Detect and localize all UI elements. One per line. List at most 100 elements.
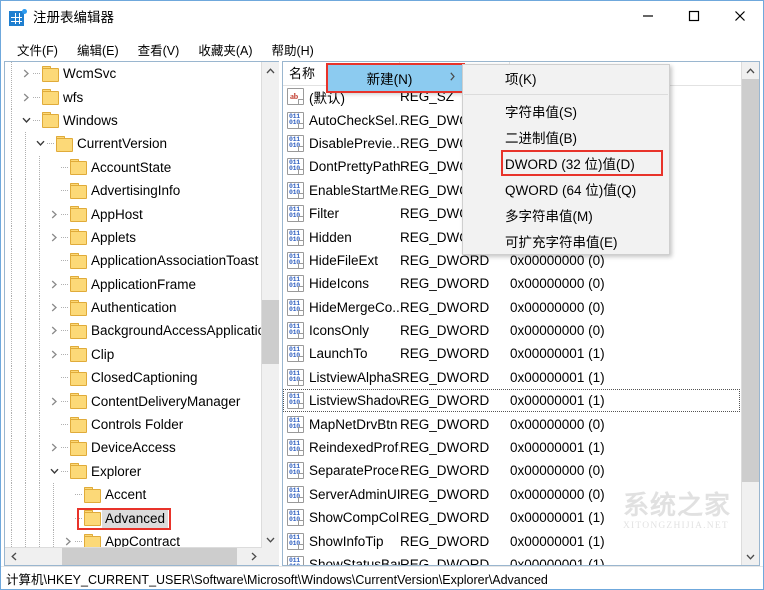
list-scroll-up-icon[interactable] — [742, 62, 759, 79]
tree-item-contentdeliverymanager[interactable]: ContentDeliveryManager — [5, 389, 261, 413]
tree-item-label: Advanced — [102, 508, 169, 528]
chevron-right-icon[interactable] — [47, 390, 61, 413]
value-row[interactable]: 011 010 ListviewShadow REG_DWORD 0x00000001 … — [283, 389, 742, 413]
minimize-icon[interactable] — [625, 1, 671, 31]
tree-item-accountstate[interactable]: AccountState — [5, 155, 261, 179]
value-name-cell: 011 010 DisablePrevie... — [283, 134, 400, 152]
value-row[interactable]: 011 010 ShowInfoTip REG_DWORD 0x00000001 (1) — [283, 529, 742, 552]
tree-guide — [19, 483, 33, 507]
folder-icon — [70, 182, 87, 199]
tree-item-applicationframe[interactable]: ApplicationFrame — [5, 272, 261, 296]
tree-item-authentication[interactable]: Authentication — [5, 296, 261, 320]
menu-favorites[interactable]: 收藏夹(A) — [189, 39, 262, 61]
tree-item-closedcaptioning[interactable]: ClosedCaptioning — [5, 366, 261, 390]
value-row[interactable]: 011010 SeparateProce...REG_DWORD 0x0000000… — [283, 459, 742, 482]
tree-item-accent[interactable]: Accent — [5, 483, 261, 507]
tree-item-label: Controls Folder — [91, 417, 184, 433]
tree-item-windows[interactable]: Windows — [5, 108, 261, 132]
scroll-up-icon[interactable] — [262, 62, 279, 79]
tree-item-advanced[interactable]: Advanced — [5, 506, 261, 530]
submenu-separator — [464, 94, 668, 95]
tree-item-label: Explorer — [91, 463, 142, 479]
value-name-cell: 011 010 ShowInfoTip — [283, 532, 400, 550]
tree-guide — [5, 459, 19, 483]
submenu-item-4[interactable]: QWORD (64 位)值(Q) — [463, 176, 669, 202]
tree-item-explorer[interactable]: Explorer — [5, 459, 261, 483]
chevron-right-icon[interactable] — [47, 226, 61, 249]
tree-hscrollbar-thumb[interactable] — [62, 548, 237, 565]
tree-item-label: AppHost — [91, 206, 143, 222]
list-vertical-scrollbar[interactable] — [741, 62, 759, 565]
tree-item-apphost[interactable]: AppHost — [5, 202, 261, 226]
value-row[interactable]: 011 010 HideIcons REG_DWORD 0x00000000 (0) — [283, 272, 742, 295]
tree-connector — [61, 273, 70, 296]
tree-item-controls-folder[interactable]: Controls Folder — [5, 413, 261, 437]
tree-item-applicationassociationtoast[interactable]: ApplicationAssociationToast — [5, 249, 261, 273]
value-name: MapNetDrvBtn — [309, 416, 398, 432]
submenu-item-5[interactable]: 多字符串值(M) — [463, 202, 669, 228]
tree-item-deviceaccess[interactable]: DeviceAccess — [5, 436, 261, 460]
tree-item-wfs[interactable]: wfs — [5, 85, 261, 109]
menu-help[interactable]: 帮助(H) — [262, 39, 323, 61]
scroll-right-icon[interactable] — [245, 548, 262, 565]
tree-item-applets[interactable]: Applets — [5, 225, 261, 249]
tree-item-clip[interactable]: Clip — [5, 342, 261, 366]
chevron-right-icon[interactable] — [47, 319, 61, 342]
scroll-left-icon[interactable] — [5, 548, 22, 565]
tree-item-wcmsvc[interactable]: WcmSvc — [5, 62, 261, 86]
maximize-icon[interactable] — [671, 1, 717, 31]
menu-edit[interactable]: 编辑(E) — [68, 39, 129, 61]
tree-horizontal-scrollbar[interactable] — [5, 547, 262, 565]
chevron-right-icon[interactable] — [47, 203, 61, 226]
submenu-item-1[interactable]: 字符串值(S) — [463, 98, 669, 124]
list-scrollbar-thumb[interactable] — [742, 79, 759, 482]
chevron-right-icon[interactable] — [47, 436, 61, 459]
value-row[interactable]: 011010 ShowStatusBarREG_DWORD 0x00000001 (… — [283, 553, 742, 565]
value-row[interactable]: 011 010 HideMergeCo... REG_DWORD 0x00000000 … — [283, 296, 742, 319]
tree-item-currentversion[interactable]: CurrentVersion — [5, 132, 261, 156]
chevron-right-icon[interactable] — [61, 530, 75, 547]
tree-scrollbar-thumb[interactable] — [262, 300, 279, 364]
tree-item-label: AdvertisingInfo — [91, 183, 181, 199]
folder-icon — [42, 89, 59, 106]
close-icon[interactable] — [717, 1, 763, 31]
chevron-down-icon[interactable] — [19, 109, 33, 132]
value-row[interactable]: 011 010 LaunchTo REG_DWORD 0x00000001 (1) — [283, 342, 742, 365]
value-row[interactable]: 011 010 IconsOnly REG_DWORD 0x00000000 (0) — [283, 319, 742, 342]
value-name: ListviewAlphaS... — [309, 369, 400, 385]
submenu-item-2[interactable]: 二进制值(B) — [463, 124, 669, 150]
chevron-right-icon[interactable] — [47, 296, 61, 319]
list-scroll-down-icon[interactable] — [742, 548, 759, 565]
submenu-item-0[interactable]: 项(K) — [463, 65, 669, 91]
status-bar: 计算机\HKEY_CURRENT_USER\Software\Microsoft… — [1, 566, 763, 589]
tree-guide — [5, 296, 19, 320]
chevron-right-icon[interactable] — [19, 86, 33, 109]
value-row[interactable]: 011 010 ServerAdminUI REG_DWORD 0x00000000 (… — [283, 483, 742, 506]
value-row[interactable]: 011010 ShowCompCol...REG_DWORD 0x00000001 … — [283, 506, 742, 529]
chevron-down-icon[interactable] — [33, 132, 47, 155]
menu-file[interactable]: 文件(F) — [8, 39, 68, 61]
menu-view[interactable]: 查看(V) — [129, 39, 190, 61]
tree-item-label: Clip — [91, 346, 115, 362]
folder-icon — [70, 159, 87, 176]
chevron-right-icon[interactable] — [19, 62, 33, 85]
context-menu-item-new[interactable]: 新建(N) — [328, 65, 463, 91]
value-type: REG_DWORD — [400, 486, 490, 502]
tree-vertical-scrollbar[interactable] — [261, 62, 279, 548]
tree-item-backgroundaccessapplications[interactable]: BackgroundAccessApplications — [5, 319, 261, 343]
tree-guide — [19, 413, 33, 437]
tree-item-advertisinginfo[interactable]: AdvertisingInfo — [5, 179, 261, 203]
submenu-item-label: 二进制值(B) — [505, 131, 577, 146]
submenu-item-6[interactable]: 可扩充字符串值(E) — [463, 228, 669, 254]
value-row[interactable]: 011 010 ReindexedProf... REG_DWORD 0x0000000… — [283, 436, 742, 459]
value-row[interactable]: 011010 ListviewAlphaS...REG_DWORD 0x000000… — [283, 366, 742, 389]
scroll-down-icon[interactable] — [262, 531, 279, 548]
chevron-right-icon[interactable] — [47, 273, 61, 296]
tree-item-appcontract[interactable]: AppContract — [5, 530, 261, 547]
value-row[interactable]: 011 010 MapNetDrvBtn REG_DWORD 0x00000000 (0… — [283, 412, 742, 435]
chevron-down-icon[interactable] — [47, 460, 61, 483]
tree-connector — [33, 62, 42, 85]
chevron-right-icon[interactable] — [47, 343, 61, 366]
submenu-item-3[interactable]: DWORD (32 位)值(D) — [463, 150, 669, 176]
status-bar-path: 计算机\HKEY_CURRENT_USER\Software\Microsoft… — [6, 572, 548, 587]
